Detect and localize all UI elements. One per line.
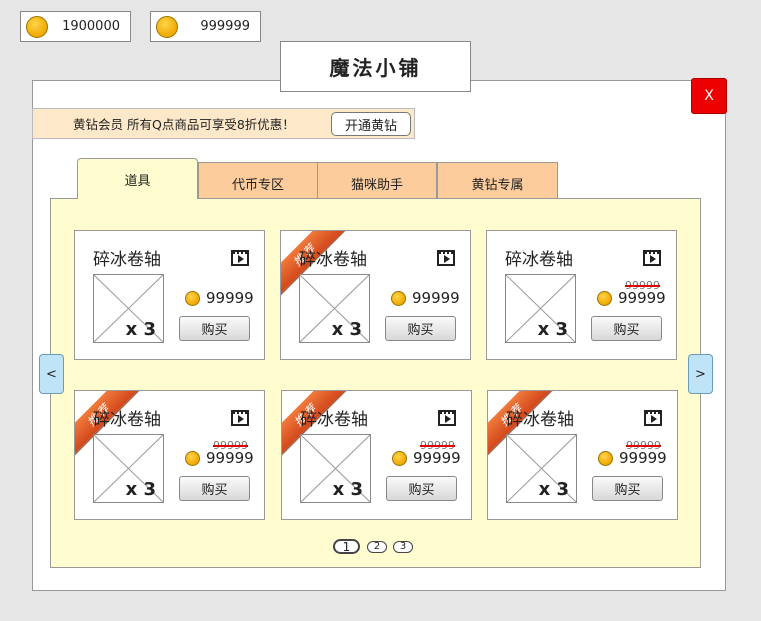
item-image-placeholder: x 3 xyxy=(505,274,576,343)
item-price: 99999 xyxy=(185,289,254,307)
price-amount: 99999 xyxy=(413,449,461,467)
coin-balance-primary: 1900000 xyxy=(20,11,131,42)
tab-cat-helper[interactable]: 猫咪助手 xyxy=(317,162,437,199)
item-quantity: x 3 xyxy=(125,479,156,500)
coin-icon xyxy=(156,15,178,38)
coin-amount: 999999 xyxy=(200,19,250,34)
buy-button[interactable]: 购买 xyxy=(179,476,250,501)
coin-icon xyxy=(392,450,407,466)
tab-props[interactable]: 道具 xyxy=(77,158,198,199)
item-image-placeholder: x 3 xyxy=(93,434,164,503)
close-button[interactable]: X xyxy=(691,78,727,114)
item-price: 99999 xyxy=(598,449,667,467)
item-name: 碎冰卷轴 xyxy=(93,410,161,430)
coin-icon xyxy=(597,290,612,306)
buy-button[interactable]: 购买 xyxy=(385,316,456,341)
item-image-placeholder: x 3 xyxy=(300,434,371,503)
item-quantity: x 3 xyxy=(538,479,569,500)
vip-banner: 黄钻会员 所有Q点商品可享受8折优惠！ 开通黄钻 xyxy=(32,108,415,139)
open-vip-button[interactable]: 开通黄钻 xyxy=(331,112,411,136)
page-button-1[interactable]: 1 xyxy=(333,539,360,554)
buy-button[interactable]: 购买 xyxy=(592,476,663,501)
buy-button[interactable]: 购买 xyxy=(386,476,457,501)
item-image-placeholder: x 3 xyxy=(506,434,577,503)
tab-token-zone[interactable]: 代币专区 xyxy=(198,162,318,199)
tab-vip-exclusive[interactable]: 黄钻专属 xyxy=(437,162,558,199)
buy-button[interactable]: 购买 xyxy=(179,316,250,341)
vip-banner-text: 黄钻会员 所有Q点商品可享受8折优惠！ xyxy=(73,117,295,132)
item-price: 99999 xyxy=(597,289,666,307)
item-name: 碎冰卷轴 xyxy=(93,250,161,270)
coin-icon xyxy=(598,450,613,466)
item-quantity: x 3 xyxy=(332,479,363,500)
page-button-3[interactable]: 3 xyxy=(393,540,413,553)
shop-title: 魔法小铺 xyxy=(280,41,471,92)
item-name: 碎冰卷轴 xyxy=(299,250,367,270)
price-amount: 99999 xyxy=(618,289,666,307)
coin-icon xyxy=(391,290,406,306)
price-amount: 99999 xyxy=(206,449,254,467)
item-card: 碎冰卷轴 x 3 99999 99999 购买 xyxy=(486,230,677,360)
item-quantity: x 3 xyxy=(331,319,362,340)
video-preview-icon[interactable] xyxy=(643,250,661,266)
coin-amount: 1900000 xyxy=(62,19,120,34)
pagination: 1 2 3 xyxy=(333,539,419,554)
item-card: 推荐 碎冰卷轴 x 3 99999 99999 购买 xyxy=(281,390,472,520)
item-price: 99999 xyxy=(392,449,461,467)
video-preview-icon[interactable] xyxy=(437,250,455,266)
price-amount: 99999 xyxy=(619,449,667,467)
item-name: 碎冰卷轴 xyxy=(300,410,368,430)
video-preview-icon[interactable] xyxy=(231,250,249,266)
item-name: 碎冰卷轴 xyxy=(506,410,574,430)
item-card: 推荐 碎冰卷轴 x 3 99999 99999 购买 xyxy=(487,390,678,520)
prev-page-button[interactable]: < xyxy=(39,354,64,394)
item-price: 99999 xyxy=(185,449,254,467)
page-button-2[interactable]: 2 xyxy=(367,540,387,553)
price-amount: 99999 xyxy=(206,289,254,307)
item-quantity: x 3 xyxy=(125,319,156,340)
coin-icon xyxy=(26,15,48,38)
coin-icon xyxy=(185,290,200,306)
item-image-placeholder: x 3 xyxy=(93,274,164,343)
item-quantity: x 3 xyxy=(537,319,568,340)
item-image-placeholder: x 3 xyxy=(299,274,370,343)
item-price: 99999 xyxy=(391,289,460,307)
item-card: 推荐 碎冰卷轴 x 3 99999 99999 购买 xyxy=(74,390,265,520)
video-preview-icon[interactable] xyxy=(644,410,662,426)
item-name: 碎冰卷轴 xyxy=(505,250,573,270)
next-page-button[interactable]: > xyxy=(688,354,713,394)
price-amount: 99999 xyxy=(412,289,460,307)
video-preview-icon[interactable] xyxy=(231,410,249,426)
video-preview-icon[interactable] xyxy=(438,410,456,426)
coin-icon xyxy=(185,450,200,466)
item-card: 碎冰卷轴 x 3 99999 购买 xyxy=(74,230,265,360)
buy-button[interactable]: 购买 xyxy=(591,316,662,341)
coin-balance-secondary: 999999 xyxy=(150,11,261,42)
item-card: 推荐 碎冰卷轴 x 3 99999 购买 xyxy=(280,230,471,360)
